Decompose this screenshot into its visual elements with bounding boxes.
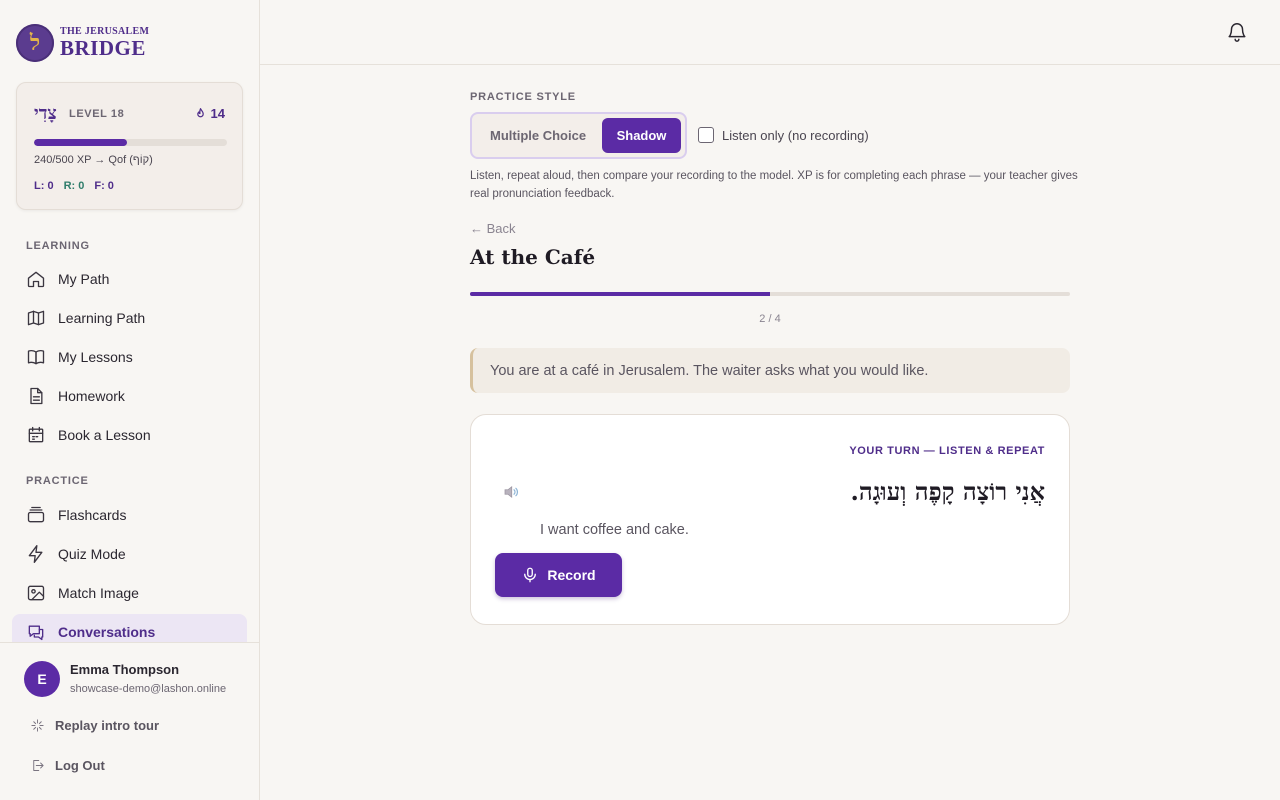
replay-tour-label: Replay intro tour bbox=[55, 718, 160, 733]
avatar[interactable]: E bbox=[24, 661, 60, 697]
sidebar-item-label: Conversations bbox=[58, 624, 156, 640]
brand-name-big: BRIDGE bbox=[60, 36, 146, 60]
logout-icon bbox=[33, 760, 44, 771]
stat-listening: L: 0 bbox=[34, 180, 54, 192]
play-audio-button[interactable] bbox=[501, 483, 521, 501]
brand-logo[interactable]: ל THE JERUSALEM BRIDGE bbox=[16, 24, 149, 62]
sidebar-item-flashcards[interactable]: Flashcards bbox=[12, 497, 247, 533]
image-icon bbox=[27, 585, 45, 601]
home-icon bbox=[27, 271, 45, 288]
notifications-button[interactable] bbox=[1226, 21, 1248, 43]
chat-icon bbox=[28, 625, 44, 641]
shadow-option[interactable]: Shadow bbox=[602, 118, 681, 153]
cards-icon bbox=[27, 506, 45, 523]
logout-label: Log Out bbox=[55, 758, 105, 773]
microphone-icon bbox=[524, 567, 537, 583]
stat-flashcards: F: 0 bbox=[94, 180, 114, 192]
sidebar-item-my-lessons[interactable]: My Lessons bbox=[12, 339, 247, 375]
flame-icon bbox=[196, 108, 204, 118]
sidebar: ל THE JERUSALEM BRIDGE צָדִי LEVEL 18 14… bbox=[0, 0, 260, 800]
bell-icon bbox=[1228, 23, 1246, 42]
listen-only-toggle[interactable]: Listen only (no recording) bbox=[698, 127, 869, 143]
sidebar-item-my-path[interactable]: My Path bbox=[12, 261, 247, 297]
replay-tour-button[interactable]: Replay intro tour bbox=[30, 718, 159, 733]
turn-label: YOUR TURN — LISTEN & REPEAT bbox=[849, 445, 1045, 457]
practice-style-label: PRACTICE STYLE bbox=[470, 91, 576, 103]
top-bar bbox=[260, 0, 1280, 65]
sidebar-item-match-image[interactable]: Match Image bbox=[12, 575, 247, 611]
record-label: Record bbox=[547, 567, 596, 583]
page-title: At the Café bbox=[470, 245, 596, 269]
section-label-learning: LEARNING bbox=[26, 240, 90, 252]
sidebar-item-homework[interactable]: Homework bbox=[12, 378, 247, 414]
scenario-box: You are at a café in Jerusalem. The wait… bbox=[470, 348, 1070, 393]
practice-description: Listen, repeat aloud, then compare your … bbox=[470, 170, 1078, 200]
streak-badge: 14 bbox=[194, 106, 225, 121]
sidebar-item-label: My Path bbox=[58, 271, 110, 287]
listen-only-checkbox[interactable] bbox=[698, 127, 714, 143]
xp-progress-fill bbox=[34, 139, 127, 146]
sidebar-item-label: Book a Lesson bbox=[58, 427, 151, 443]
sidebar-item-book-a-lesson[interactable]: Book a Lesson bbox=[12, 417, 247, 453]
lightning-icon bbox=[28, 545, 43, 563]
hebrew-phrase: אֲנִי רוֹצָה קָפֶה וְעוּגָה. bbox=[850, 477, 1045, 506]
document-icon bbox=[30, 387, 43, 405]
sidebar-item-quiz-mode[interactable]: Quiz Mode bbox=[12, 536, 247, 572]
calendar-icon bbox=[28, 426, 44, 443]
lesson-progress-fill bbox=[470, 292, 770, 296]
stat-reading: R: 0 bbox=[63, 180, 85, 192]
user-name: Emma Thompson bbox=[70, 662, 180, 677]
xp-text: 240/500 XP → Qof (קוֹף) bbox=[34, 154, 153, 166]
streak-count: 14 bbox=[210, 106, 225, 121]
skill-stats: L: 0 R: 0 F: 0 bbox=[34, 180, 114, 192]
sidebar-item-label: Quiz Mode bbox=[58, 546, 126, 562]
book-icon bbox=[27, 349, 45, 365]
back-link[interactable]: ← Back bbox=[470, 221, 516, 236]
sidebar-item-learning-path[interactable]: Learning Path bbox=[12, 300, 247, 336]
map-icon bbox=[27, 310, 45, 326]
sidebar-item-label: My Lessons bbox=[58, 349, 133, 365]
sidebar-item-label: Homework bbox=[58, 388, 125, 404]
level-hebrew-letter: צָדִי bbox=[34, 103, 57, 124]
level-card: צָדִי LEVEL 18 14 240/500 XP → Qof (קוֹף… bbox=[16, 82, 243, 210]
section-label-practice: PRACTICE bbox=[26, 475, 89, 487]
sidebar-item-label: Learning Path bbox=[58, 310, 146, 326]
speaker-icon bbox=[504, 485, 518, 499]
multiple-choice-option[interactable]: Multiple Choice bbox=[482, 114, 594, 157]
sidebar-item-label: Match Image bbox=[58, 585, 139, 601]
logo-mark-icon: ל bbox=[16, 24, 54, 62]
user-email: showcase-demo@lashon.online bbox=[70, 683, 227, 695]
brand-name: THE JERUSALEM BRIDGE bbox=[60, 27, 149, 59]
xp-progress-bar bbox=[34, 139, 227, 146]
phrase-card: YOUR TURN — LISTEN & REPEAT אֲנִי רוֹצָה… bbox=[470, 414, 1070, 625]
logout-button[interactable]: Log Out bbox=[30, 758, 105, 773]
phrase-translation: I want coffee and cake. bbox=[540, 522, 689, 538]
listen-only-label: Listen only (no recording) bbox=[722, 127, 869, 143]
lesson-progress-count: 2 / 4 bbox=[759, 313, 781, 325]
level-label: LEVEL 18 bbox=[69, 108, 125, 120]
lesson-progress-bar bbox=[470, 292, 1070, 296]
practice-style-toggle: Multiple Choice Shadow bbox=[470, 112, 687, 159]
sidebar-item-label: Flashcards bbox=[58, 507, 127, 523]
user-panel: E Emma Thompson showcase-demo@lashon.onl… bbox=[0, 642, 259, 800]
record-button[interactable]: Record bbox=[495, 553, 622, 597]
sparkle-icon bbox=[31, 719, 44, 732]
